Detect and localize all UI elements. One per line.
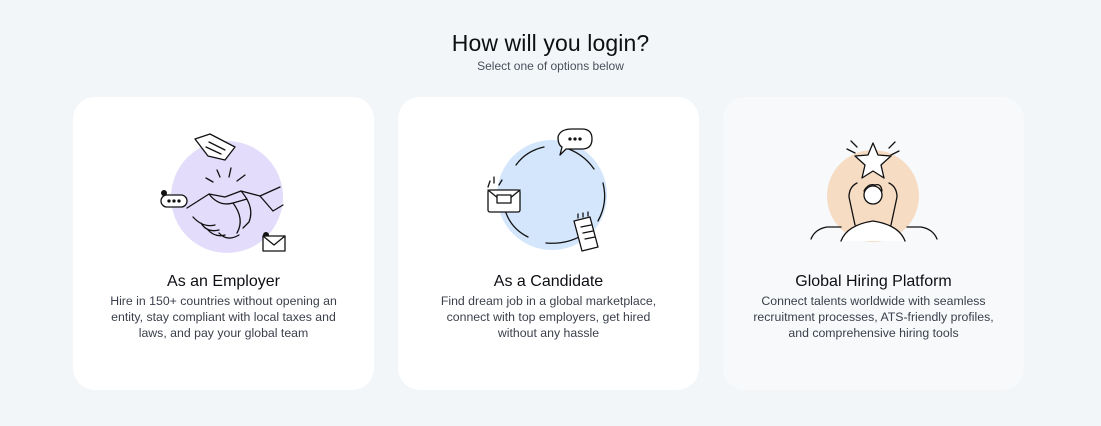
candidate-network-illustration xyxy=(487,128,607,252)
handshake-illustration xyxy=(160,133,286,253)
option-cards: As an Employer Hire in 150+ countries wi… xyxy=(73,97,1024,390)
page-title: How will you login? xyxy=(451,30,650,56)
employer-option-description: Hire in 150+ countries without opening a… xyxy=(110,294,337,340)
global-hiring-platform-option-card[interactable]: Global Hiring Platform Connect talents w… xyxy=(723,97,1024,390)
candidate-option-card[interactable]: As a Candidate Find dream job in a globa… xyxy=(398,97,699,390)
candidate-option-title: As a Candidate xyxy=(493,273,604,290)
employer-option-title: As an Employer xyxy=(167,273,280,290)
page-subtitle: Select one of options below xyxy=(477,59,624,73)
person-holding-star-illustration xyxy=(810,140,938,242)
heading: How will you login? Select one of option… xyxy=(0,27,1101,73)
global-hiring-platform-option-title: Global Hiring Platform xyxy=(795,273,952,290)
employer-option-card[interactable]: As an Employer Hire in 150+ countries wi… xyxy=(73,97,374,390)
global-hiring-platform-option-description: Connect talents worldwide with seamless … xyxy=(753,294,994,340)
login-choice-page: How will you login? Select one of option… xyxy=(0,0,1101,426)
candidate-option-description: Find dream job in a global marketplace, … xyxy=(440,294,657,340)
